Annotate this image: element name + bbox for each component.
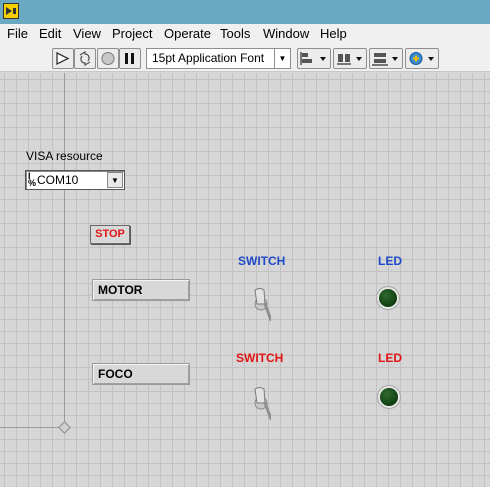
title-bar — [0, 0, 490, 24]
foco-led-indicator — [380, 388, 398, 406]
visa-resource-selector[interactable]: I% COM10 ▼ — [25, 170, 125, 190]
switch-label-motor: SWITCH — [238, 254, 286, 268]
front-panel-canvas[interactable] — [0, 73, 490, 487]
foco-toggle-switch[interactable] — [251, 386, 271, 420]
run-continuously-button[interactable] — [74, 48, 96, 69]
resize-objects-button[interactable] — [369, 48, 403, 69]
menu-edit[interactable]: Edit — [39, 26, 61, 41]
foco-name-indicator: FOCO — [92, 363, 190, 385]
menu-view[interactable]: View — [73, 26, 101, 41]
origin-vertical-line — [64, 73, 65, 428]
align-objects-button[interactable] — [297, 48, 331, 69]
run-button[interactable] — [52, 48, 74, 69]
motor-led-indicator — [379, 289, 397, 307]
font-selector-value: 15pt Application Font — [152, 51, 265, 65]
menu-bar: File Edit View Project Operate Tools Win… — [0, 24, 490, 44]
pause-button[interactable] — [119, 48, 141, 69]
distribute-icon — [337, 54, 362, 65]
resize-icon — [372, 53, 398, 66]
chevron-down-icon[interactable]: ▼ — [274, 49, 290, 68]
stop-button[interactable]: STOP — [90, 225, 130, 244]
abort-icon — [101, 52, 115, 65]
abort-button[interactable] — [97, 48, 119, 69]
led-label-foco: LED — [378, 351, 402, 365]
reorder-icon — [409, 52, 434, 65]
menu-tools[interactable]: Tools — [220, 26, 250, 41]
motor-name-indicator: MOTOR — [92, 279, 190, 301]
motor-toggle-switch[interactable] — [251, 287, 271, 321]
run-arrow-icon — [56, 51, 70, 66]
origin-horizontal-line — [0, 427, 64, 428]
menu-window[interactable]: Window — [263, 26, 309, 41]
visa-io-icon: I% — [28, 171, 37, 188]
font-selector[interactable]: 15pt Application Font ▼ — [146, 48, 291, 69]
switch-label-foco: SWITCH — [236, 351, 284, 365]
labview-app-icon[interactable] — [3, 3, 19, 19]
menu-help[interactable]: Help — [320, 26, 347, 41]
align-icon — [300, 52, 326, 65]
menu-project[interactable]: Project — [112, 26, 152, 41]
distribute-objects-button[interactable] — [333, 48, 367, 69]
menu-operate[interactable]: Operate — [164, 26, 211, 41]
run-continuously-icon — [79, 50, 91, 67]
led-label-motor: LED — [378, 254, 402, 268]
toolbar: 15pt Application Font ▼ — [0, 44, 490, 72]
pause-icon — [125, 53, 134, 64]
visa-resource-label: VISA resource — [26, 149, 103, 163]
visa-resource-value: COM10 — [37, 173, 79, 187]
reorder-button[interactable] — [405, 48, 439, 69]
chevron-down-icon[interactable]: ▼ — [107, 172, 123, 188]
menu-file[interactable]: File — [7, 26, 28, 41]
